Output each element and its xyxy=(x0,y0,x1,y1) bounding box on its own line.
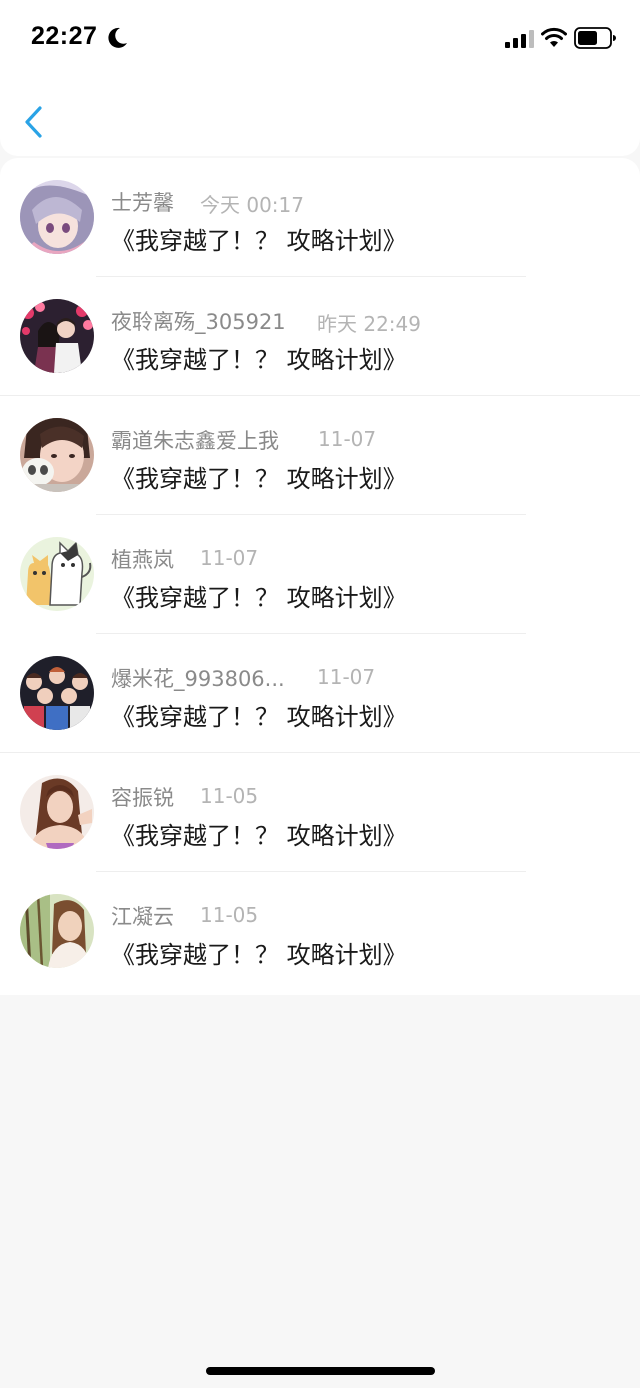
user-name[interactable]: 江凝云 xyxy=(111,901,174,931)
signal-icon xyxy=(505,30,534,48)
user-name[interactable]: 士芳馨 xyxy=(111,187,174,217)
back-button[interactable] xyxy=(16,100,56,144)
list-item[interactable]: 植燕岚 11-07 《我穿越了！？ 攻略计划》 xyxy=(0,515,640,634)
list-item[interactable]: 爆米花_993806... 11-07 《我穿越了！？ 攻略计划》 xyxy=(0,634,640,753)
home-indicator[interactable] xyxy=(206,1367,435,1375)
nav-bar xyxy=(0,76,640,156)
comment-time: 11-05 xyxy=(200,903,259,927)
moon-icon xyxy=(108,27,127,48)
comment-time: 今天 00:17 xyxy=(200,193,304,217)
user-avatar[interactable] xyxy=(20,894,94,968)
user-avatar[interactable] xyxy=(20,299,94,373)
girl-with-mask-avatar xyxy=(20,418,94,492)
user-name[interactable]: 植燕岚 xyxy=(111,544,174,574)
cartoon-cats-avatar xyxy=(20,537,94,611)
comment-list: 士芳馨 今天 00:17 《我穿越了！？ 攻略计划》 夜聆离殇_305921 昨… xyxy=(0,158,640,995)
battery-icon xyxy=(574,27,616,49)
wifi-icon xyxy=(541,27,567,47)
comment-text: 《我穿越了！？ 攻略计划》 xyxy=(111,822,407,850)
comment-text: 《我穿越了！？ 攻略计划》 xyxy=(111,465,407,493)
woman-portrait-avatar xyxy=(20,775,94,849)
comment-text: 《我穿越了！？ 攻略计划》 xyxy=(111,584,407,612)
user-avatar[interactable] xyxy=(20,418,94,492)
anime-girl-avatar xyxy=(20,180,94,254)
comment-text: 《我穿越了！？ 攻略计划》 xyxy=(111,227,407,255)
comment-time: 11-07 xyxy=(200,546,259,570)
comment-time: 11-05 xyxy=(200,784,259,808)
comment-time: 11-07 xyxy=(317,665,376,689)
chevron-left-icon xyxy=(25,106,42,138)
user-name[interactable]: 爆米花_993806... xyxy=(111,663,285,693)
group-photo-avatar xyxy=(20,656,94,730)
list-item[interactable]: 江凝云 11-05 《我穿越了！？ 攻略计划》 xyxy=(0,872,640,991)
user-avatar[interactable] xyxy=(20,537,94,611)
user-name[interactable]: 容振锐 xyxy=(111,782,174,812)
list-item[interactable]: 夜聆离殇_305921 昨天 22:49 《我穿越了！？ 攻略计划》 xyxy=(0,277,640,396)
comment-text: 《我穿越了！？ 攻略计划》 xyxy=(111,703,407,731)
user-avatar[interactable] xyxy=(20,656,94,730)
status-bar: 22:27 xyxy=(0,0,640,76)
list-item[interactable]: 容振锐 11-05 《我穿越了！？ 攻略计划》 xyxy=(0,753,640,872)
list-item[interactable]: 霸道朱志鑫爱上我 11-07 《我穿越了！？ 攻略计划》 xyxy=(0,396,640,515)
comment-time: 11-07 xyxy=(318,427,377,451)
user-avatar[interactable] xyxy=(20,180,94,254)
list-item[interactable]: 士芳馨 今天 00:17 《我穿越了！？ 攻略计划》 xyxy=(0,158,640,277)
user-name[interactable]: 夜聆离殇_305921 xyxy=(111,306,286,336)
outdoor-portrait-avatar xyxy=(20,894,94,968)
couple-photo-avatar xyxy=(20,299,94,373)
comment-time: 昨天 22:49 xyxy=(317,312,421,336)
user-avatar[interactable] xyxy=(20,775,94,849)
user-name[interactable]: 霸道朱志鑫爱上我 xyxy=(111,425,279,455)
comment-text: 《我穿越了！？ 攻略计划》 xyxy=(111,941,407,969)
status-time: 22:27 xyxy=(31,22,98,50)
comment-text: 《我穿越了！？ 攻略计划》 xyxy=(111,346,407,374)
